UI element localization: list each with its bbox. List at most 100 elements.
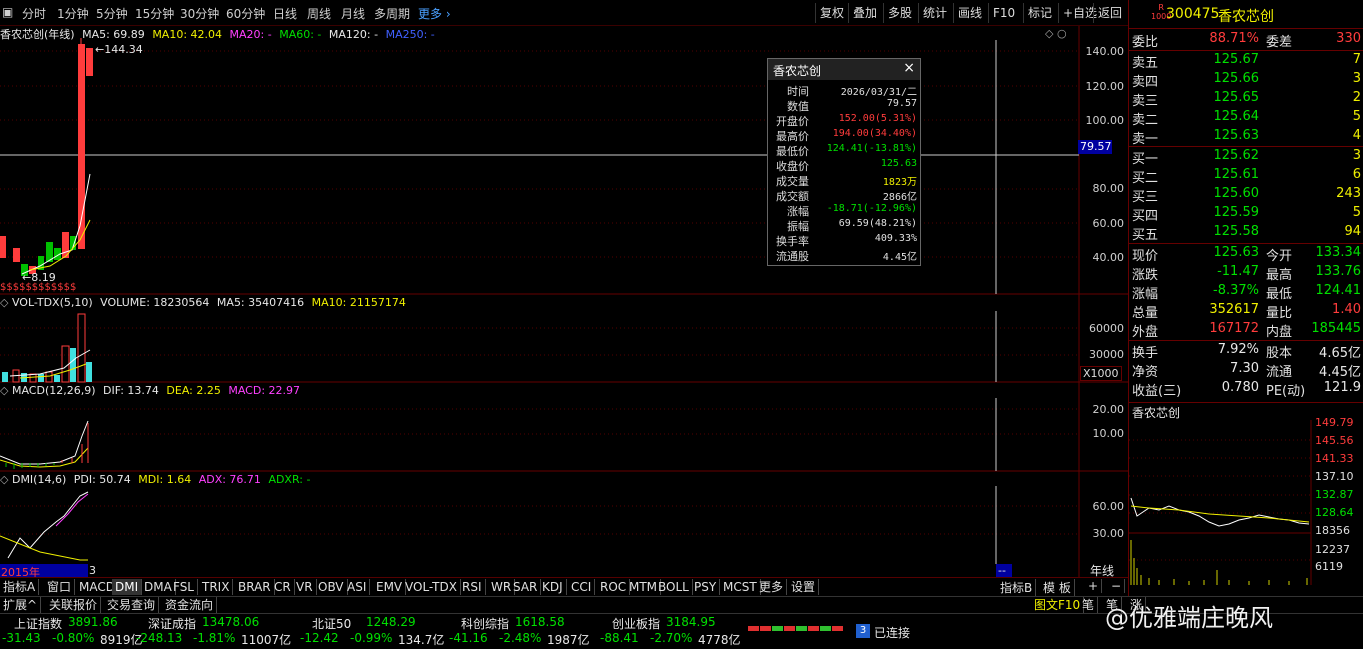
tooltip-key: 最低价 <box>776 145 809 158</box>
index-value: 3891.86 <box>68 615 118 629</box>
quote-label: 量比 <box>1266 306 1293 321</box>
indicator-tab-psy[interactable]: PSY <box>691 579 721 595</box>
indicator-tab-dmi[interactable]: DMI <box>112 579 143 595</box>
mini-tab[interactable]: 图文F10 <box>1031 597 1085 613</box>
fund-row: 收益(三) 0.780 PE(动) 121.9 <box>1129 380 1363 399</box>
right-tab[interactable]: 指标B <box>997 579 1037 596</box>
cursor-tooltip: 香农芯创 × 时间 2026/03/31/二 数值 79.57 开盘价 152.00(5.… <box>767 58 921 266</box>
candle <box>0 236 6 258</box>
f10-button[interactable]: F10 <box>988 3 1019 23</box>
period-fenshi[interactable]: 分时 <box>22 5 46 22</box>
price-tick: 120.00 <box>1085 80 1125 93</box>
period-more[interactable]: 更多 › <box>418 5 451 22</box>
tooltip-key: 收盘价 <box>776 160 809 173</box>
tooltip-row: 成交额 2866亿 <box>768 188 920 203</box>
price-tick: 100.00 <box>1085 114 1125 127</box>
fund-label: 换手 <box>1132 346 1159 361</box>
close-icon[interactable]: × <box>903 60 915 76</box>
quote-label: 最低 <box>1266 287 1293 302</box>
index-4[interactable]: 创业板指 3184.95 -88.41 -2.70% 4778亿 <box>600 615 741 649</box>
period-toolbar: ▣ 分时 1分钟 5分钟 15分钟 30分钟 60分钟 日线 周线 月线 多周期… <box>0 0 1128 26</box>
menu-icon[interactable]: ▣ <box>2 5 13 19</box>
period-month[interactable]: 月线 <box>341 5 365 22</box>
candle <box>86 48 93 76</box>
connection-status[interactable]: 已连接 <box>874 624 910 641</box>
period-1min[interactable]: 1分钟 <box>57 5 89 22</box>
dea-line <box>0 447 89 468</box>
tooltip-value: 125.63 <box>880 158 917 169</box>
dmi-tick: 60.00 <box>1092 500 1125 513</box>
indicator-tab-boll[interactable]: BOLL <box>655 579 693 595</box>
indicator-tab-指标a[interactable]: 指标A <box>0 579 40 595</box>
quote-label: 最高 <box>1266 268 1293 283</box>
indicator-tab-obv[interactable]: OBV <box>315 579 348 595</box>
connection-count: 3 <box>856 624 870 638</box>
indicator-tab-mcst[interactable]: MCST <box>720 579 761 595</box>
period-60min[interactable]: 60分钟 <box>226 5 265 22</box>
fuquan-button[interactable]: 复权 <box>815 3 848 23</box>
indicator-tab-sar[interactable]: SAR <box>510 579 542 595</box>
stats-button[interactable]: 统计 <box>918 3 951 23</box>
index-pct: -1.81% <box>193 631 236 645</box>
draw-button[interactable]: 画线 <box>953 3 986 23</box>
period-5min[interactable]: 5分钟 <box>96 5 128 22</box>
tooltip-key: 最高价 <box>776 130 809 143</box>
indicator-tab-设置[interactable]: 设置 <box>788 579 820 595</box>
indicator-tab-vol-tdx[interactable]: VOL-TDX <box>402 579 461 595</box>
indicator-tab-fsl[interactable]: FSL <box>170 579 198 595</box>
index-1[interactable]: 深证成指 13478.06 -248.13 -1.81% 11007亿 <box>136 615 291 649</box>
right-tab[interactable]: − <box>1108 579 1126 593</box>
lower-tab[interactable]: 扩展^ <box>0 597 42 613</box>
indicator-tab-brar[interactable]: BRAR <box>235 579 275 595</box>
indicator-tab-kdj[interactable]: KDJ <box>539 579 567 595</box>
period-day[interactable]: 日线 <box>273 5 297 22</box>
period-15min[interactable]: 15分钟 <box>135 5 174 22</box>
right-tab[interactable]: + <box>1085 579 1103 593</box>
period-multi[interactable]: 多周期 <box>374 5 410 22</box>
quote-value: -8.37% <box>1213 283 1259 298</box>
index-2[interactable]: 北证50 1248.29 -12.42 -0.99% 134.7亿 <box>300 615 444 649</box>
indicator-tab-vr[interactable]: VR <box>293 579 317 595</box>
indicator-tab-trix[interactable]: TRIX <box>199 579 234 595</box>
indicator-tab-cr[interactable]: CR <box>271 579 295 595</box>
bid-qty: 6 <box>1352 167 1361 182</box>
dmi-pdi: PDI: 50.74 <box>73 473 131 486</box>
multi-stock-button[interactable]: 多股 <box>883 3 916 23</box>
period-week[interactable]: 周线 <box>307 5 331 22</box>
period-30min[interactable]: 30分钟 <box>180 5 219 22</box>
quote-label: 内盘 <box>1266 325 1293 340</box>
index-change: -41.16 <box>449 631 488 645</box>
back-button[interactable]: 返回 <box>1093 3 1126 23</box>
index-3[interactable]: 科创综指 1618.58 -41.16 -2.48% 1987亿 <box>449 615 590 649</box>
vol-settings-icon[interactable]: ◇ <box>0 296 8 309</box>
right-tab[interactable]: 模 板 <box>1040 579 1075 596</box>
indicator-tab-rsi[interactable]: RSI <box>459 579 486 595</box>
lower-tab[interactable]: 关联报价 <box>46 597 102 613</box>
indicator-tab-cci[interactable]: CCI <box>568 579 596 595</box>
mini-tab[interactable]: 笔 <box>1079 597 1099 613</box>
mark-button[interactable]: 标记 <box>1023 3 1056 23</box>
dmi-settings-icon[interactable]: ◇ <box>0 473 8 486</box>
fund-label: 流通 <box>1266 365 1293 380</box>
vol-unit: X1000 <box>1080 366 1122 381</box>
macd-title: MACD(12,26,9) <box>11 384 96 397</box>
indicator-tab-窗口[interactable]: 窗口 <box>44 579 76 595</box>
settings-diamond-icon[interactable]: ◇ ○ <box>1045 27 1067 40</box>
fund-value: 7.92% <box>1217 342 1259 357</box>
tooltip-key: 涨幅 <box>787 205 809 218</box>
quote-value: 167172 <box>1209 321 1259 336</box>
vol-volume: VOLUME: 18230564 <box>100 296 210 309</box>
overlay-button[interactable]: 叠加 <box>848 3 881 23</box>
indicator-tab-更多[interactable]: 更多 <box>756 579 788 595</box>
index-amount: 134.7亿 <box>398 633 445 647</box>
dmi-title: DMI(14,6) <box>11 473 67 486</box>
lower-tab[interactable]: 交易查询 <box>104 597 160 613</box>
macd-settings-icon[interactable]: ◇ <box>0 384 8 397</box>
index-0[interactable]: 上证指数 3891.86 -31.43 -0.80% 8919亿 <box>2 615 143 649</box>
high-mark: ←144.34 <box>95 43 143 56</box>
mini-price-tick: 149.79 <box>1315 416 1354 429</box>
ma60-value: MA60: - <box>279 28 322 41</box>
indicator-tab-asi[interactable]: ASI <box>344 579 371 595</box>
lower-tab[interactable]: 资金流向 <box>162 597 218 613</box>
tooltip-key: 成交额 <box>776 190 809 203</box>
